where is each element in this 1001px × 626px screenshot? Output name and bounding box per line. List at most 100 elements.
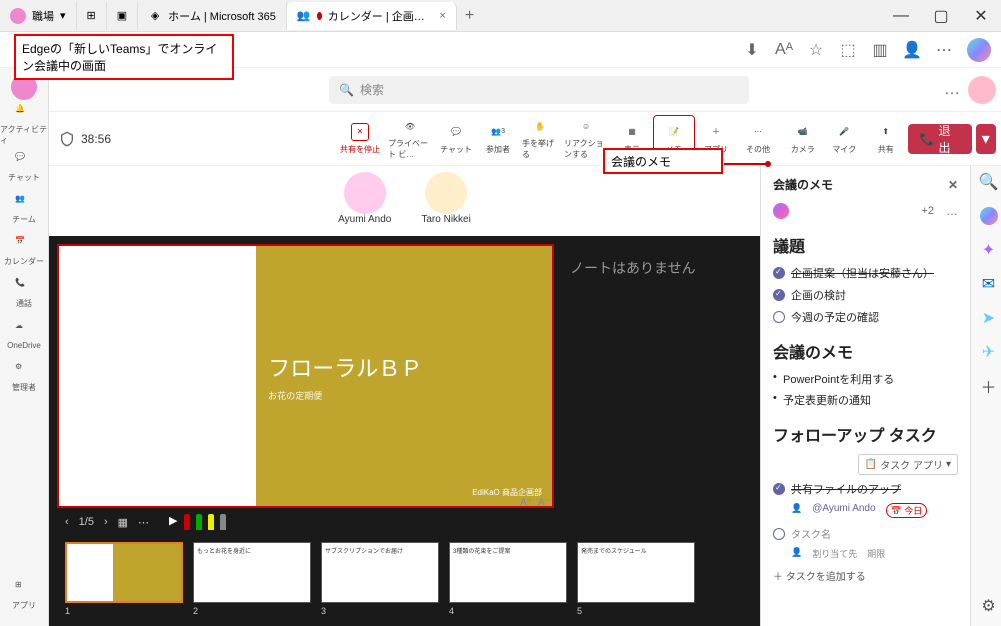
extensions-icon[interactable]: ⬚ [839,41,857,59]
recording-icon [317,12,322,20]
rr-outlook-icon[interactable]: ✉ [979,274,999,294]
check-done-icon[interactable] [773,483,785,495]
note-item-1[interactable]: PowerPointを利用する [773,371,958,387]
workspace-icon-tab[interactable]: ⊞ [77,2,107,30]
check-done-icon[interactable] [773,289,785,301]
tab-close-icon[interactable]: × [439,10,445,22]
check-done-icon[interactable] [773,267,785,279]
rr-chat-icon[interactable]: ✦ [979,240,999,260]
browser-profile-icon[interactable]: 👤 [903,41,921,59]
slide-more-button[interactable]: ⋯ [138,516,149,529]
close-window-button[interactable]: ✕ [961,0,1001,32]
participant-1[interactable]: Ayumi Ando [338,172,391,236]
participant-2[interactable]: Taro Nikkei [421,172,470,236]
private-view-button[interactable]: 👁プライベート ビ… [385,115,435,163]
pen-red[interactable] [184,514,190,530]
task-name-input[interactable]: タスク名 [791,526,831,541]
agenda-item-1[interactable]: 企画提案（担当は安藤さん） [773,265,958,281]
rail-chat[interactable]: 💬チャット [0,146,48,188]
grid-icon: ⊞ [87,9,96,22]
grid-slides-button[interactable]: ▦ [118,516,128,529]
leave-caret-button[interactable]: ▾ [976,124,996,154]
new-tab-button[interactable]: + [457,7,482,25]
profile-avatar-icon [10,8,26,24]
rr-search-icon[interactable]: 🔍 [979,172,999,192]
rail-teams[interactable]: 👥チーム [0,188,48,230]
maximize-button[interactable]: ▢ [921,0,961,32]
stage: Ayumi Ando Taro Nikkei フローラルＢＰ お花の定期便 [49,166,760,626]
agenda-item-3[interactable]: 今週の予定の確認 [773,309,958,325]
pen-green[interactable] [196,514,202,530]
nav-down-icon[interactable]: ⬇ [743,41,761,59]
tabs-icon-tab[interactable]: ▣ [107,2,138,30]
task-item-1[interactable]: 共有ファイルのアップ [773,481,958,497]
rail-onedrive[interactable]: ☁OneDrive [0,314,48,356]
rail-calendar[interactable]: 📅カレンダー [0,230,48,272]
leave-button[interactable]: 📞 退出 [908,124,972,154]
next-slide-button[interactable]: › [104,516,108,528]
topbar-avatar-icon[interactable] [968,76,996,104]
font-bigger-button[interactable]: A⁺ [520,497,532,508]
share-button[interactable]: ⬆共有 [866,115,906,163]
rail-apps[interactable]: ⊞アプリ [0,574,48,616]
rr-copilot-icon[interactable] [979,206,999,226]
teams-rail-icon: 👥 [15,194,33,212]
play-button[interactable]: ▶ [169,514,177,530]
eraser-icon[interactable] [220,514,226,530]
task-date-chip[interactable]: 📅 今日 [886,503,928,518]
minimize-button[interactable]: — [881,0,921,32]
chat-button[interactable]: 💬チャット [435,115,477,163]
rr-cursor-icon[interactable]: ➤ [979,308,999,328]
rr-add-icon[interactable]: ＋ [979,376,999,396]
chat-bubble-icon: 💬 [447,123,465,141]
thumbnail-2[interactable]: もっとお花を身近に [193,542,311,603]
current-slide[interactable]: フローラルＢＰ お花の定期便 EdiKaO 商品企画部 [57,244,554,508]
thumbnail-3[interactable]: サブスクリプションでお届け [321,542,439,603]
task-mention[interactable]: @Ayumi Ando [812,503,875,518]
notes-panel-close-icon[interactable]: ✕ [948,178,958,192]
plus-2-label[interactable]: +2 [921,205,934,217]
notes-more-icon[interactable]: … [946,204,958,218]
more-button[interactable]: ⋯その他 [737,115,779,163]
add-task-button[interactable]: ＋ タスクを追加する [773,568,958,583]
font-smaller-button[interactable]: A⁻ [538,497,550,508]
check-empty-icon[interactable] [773,528,785,540]
check-empty-icon[interactable] [773,311,785,323]
note-item-2[interactable]: 予定表更新の通知 [773,392,958,408]
agenda-item-2[interactable]: 企画の検討 [773,287,958,303]
read-aloud-icon[interactable]: Aᴬ [775,41,793,59]
task-item-new[interactable]: タスク名 [773,526,958,541]
prev-slide-button[interactable]: ‹ [65,516,69,528]
favorite-icon[interactable]: ☆ [807,41,825,59]
topbar-more-icon[interactable]: … [944,81,960,99]
tab1-title: ホーム | Microsoft 365 [168,8,276,24]
rail-admin[interactable]: ⚙管理者 [0,356,48,398]
loop-icon[interactable] [773,203,789,219]
thumbnail-4[interactable]: 3種類の花束をご提案 [449,542,567,603]
camera-button[interactable]: 📹カメラ [783,115,823,163]
thumbnail-5[interactable]: 発売までのスケジュール [577,542,695,603]
collections-icon[interactable]: ▥ [871,41,889,59]
grid-view-icon: ▦ [623,123,641,141]
people-button[interactable]: 👥3参加者 [477,115,519,163]
rail-calls[interactable]: 📞通話 [0,272,48,314]
assign-input[interactable]: 割り当て先 [812,547,857,560]
browser-more-icon[interactable]: ⋯ [935,41,953,59]
stop-share-button[interactable]: ✕共有を停止 [335,115,385,163]
task-app-button[interactable]: 📋 タスク アプリ ▾ [858,454,958,475]
copilot-icon[interactable] [967,38,991,62]
thumbnail-1[interactable] [65,542,183,603]
search-input[interactable]: 🔍 検索 [329,76,749,104]
mic-icon: 🎤 [835,123,853,141]
due-input[interactable]: 期限 [867,547,885,560]
raise-hand-button[interactable]: ✋手を挙げる [519,115,561,163]
mic-button[interactable]: 🎤マイク [825,115,865,163]
browser-tab-2[interactable]: 👥 カレンダー | 企画会議 | Micros… × [287,2,457,30]
browser-tab-1[interactable]: ◈ ホーム | Microsoft 365 [138,2,287,30]
presentation-area: フローラルＢＰ お花の定期便 EdiKaO 商品企画部 ノートはありません A⁺… [49,236,760,626]
rr-settings-icon[interactable]: ⚙ [979,596,999,616]
rail-activity[interactable]: 🔔アクティビティ [0,104,48,146]
profile-tab[interactable]: 職場 ▾ [0,2,77,30]
rr-send-icon[interactable]: ✈ [979,342,999,362]
pen-yellow[interactable] [208,514,214,530]
